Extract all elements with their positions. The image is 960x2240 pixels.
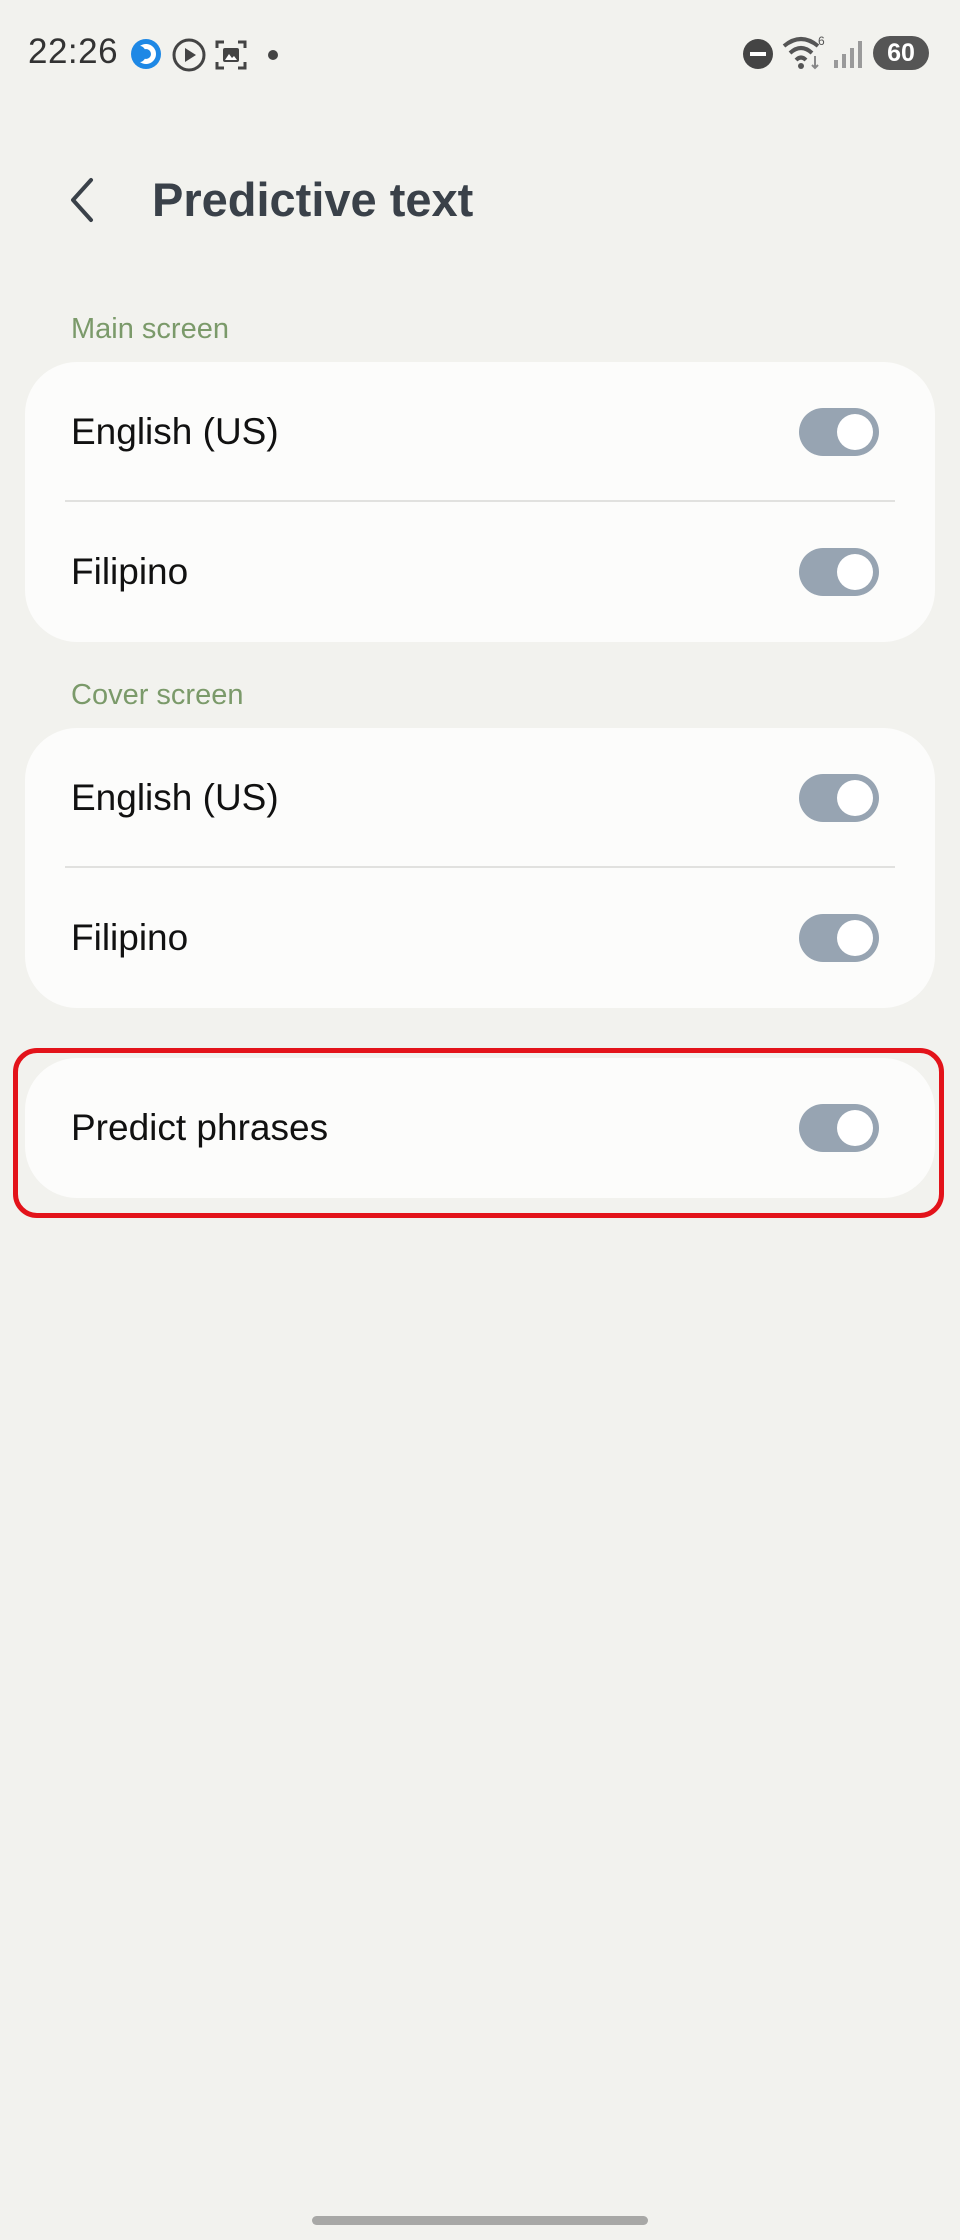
status-time: 22:26	[28, 32, 119, 71]
main-screen-english-toggle[interactable]	[799, 408, 879, 456]
svg-text:6: 6	[818, 34, 825, 48]
main-screen-filipino-toggle[interactable]	[799, 548, 879, 596]
section-label-main-screen: Main screen	[71, 313, 229, 345]
do-not-disturb-icon	[742, 38, 774, 75]
wifi-icon: 6	[782, 34, 826, 79]
main-screen-card: English (US) Filipino	[25, 362, 935, 642]
dot-icon	[268, 50, 278, 60]
section-label-cover-screen: Cover screen	[71, 679, 244, 711]
toggle-knob	[837, 414, 873, 450]
toggle-knob	[837, 920, 873, 956]
page-title: Predictive text	[152, 173, 474, 226]
main-screen-filipino-label: Filipino	[71, 551, 189, 592]
cover-screen-filipino-label: Filipino	[71, 917, 189, 958]
app-notification-icon	[130, 38, 162, 75]
back-arrow-icon	[71, 178, 93, 222]
status-bar: 22:26 6 60	[0, 0, 960, 110]
back-button[interactable]	[55, 170, 115, 230]
toggle-knob	[837, 780, 873, 816]
main-screen-english-label: English (US)	[71, 411, 279, 452]
main-screen-filipino-row[interactable]: Filipino	[25, 502, 935, 642]
toggle-knob	[837, 554, 873, 590]
cover-screen-filipino-row[interactable]: Filipino	[25, 868, 935, 1008]
cover-screen-english-row[interactable]: English (US)	[25, 728, 935, 868]
app-bar: Predictive text	[0, 150, 960, 250]
battery-icon: 60	[873, 36, 929, 70]
screenshot-icon	[214, 38, 248, 77]
main-screen-english-row[interactable]: English (US)	[25, 362, 935, 502]
cover-screen-filipino-toggle[interactable]	[799, 914, 879, 962]
cover-screen-english-toggle[interactable]	[799, 774, 879, 822]
cover-screen-card: English (US) Filipino	[25, 728, 935, 1008]
settings-screen: 22:26 6 60 Predictive text Main screen E…	[0, 0, 960, 2240]
cover-screen-english-label: English (US)	[71, 777, 279, 818]
highlight-box	[13, 1048, 944, 1218]
home-indicator[interactable]	[312, 2216, 648, 2225]
play-icon	[172, 38, 206, 77]
signal-icon	[832, 38, 864, 75]
